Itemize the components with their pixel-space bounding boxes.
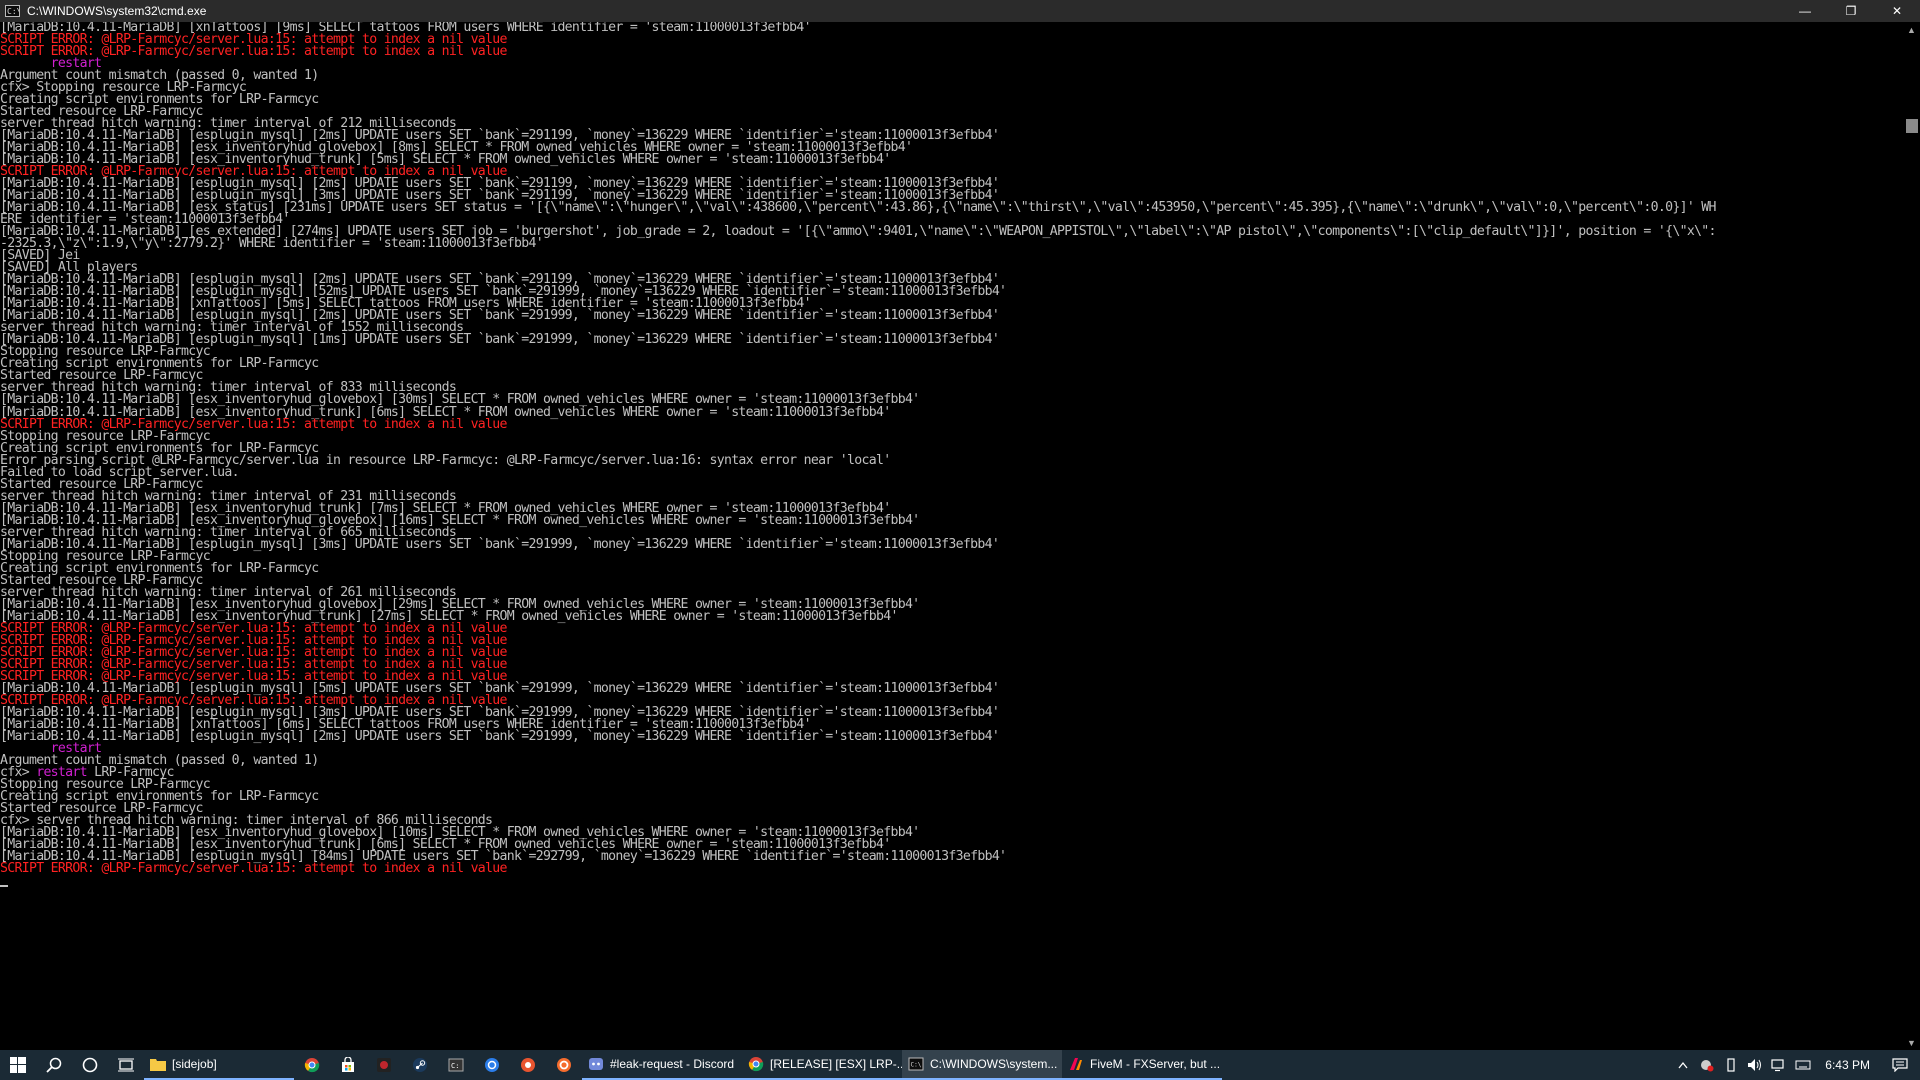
taskbar-app-label: FiveM - FXServer, but ... <box>1090 1057 1221 1071</box>
svg-text:C:\: C:\ <box>911 1062 922 1069</box>
cmd-icon: C:\ <box>908 1056 924 1072</box>
minimize-button[interactable]: — <box>1782 0 1828 22</box>
close-button[interactable]: ✕ <box>1874 0 1920 22</box>
orange-app-icon[interactable] <box>510 1050 546 1080</box>
steam-icon[interactable] <box>402 1050 438 1080</box>
scroll-up-arrow-icon[interactable]: ▲ <box>1903 22 1920 39</box>
console-line: Failed to load script server.lua. <box>0 464 240 480</box>
taskbar-app-cmd[interactable]: C:\ C:\WINDOWS\system... <box>902 1050 1062 1080</box>
cmd-icon: C:\ <box>5 5 20 17</box>
chrome-icon <box>748 1056 764 1072</box>
console-line: -2325.3,\"z\":1.9,\"y\":2779.2}' WHERE i… <box>0 236 544 252</box>
vertical-scrollbar[interactable]: ▲ ▼ <box>1903 22 1920 1052</box>
clock[interactable]: 6:43 PM <box>1815 1058 1880 1072</box>
console-line: Creating script environments for LRP-Far… <box>0 789 319 804</box>
task-view-icon[interactable] <box>108 1050 144 1080</box>
taskbar-folder-label: [sidejob] <box>172 1057 217 1071</box>
console-line: [MariaDB:10.4.11-MariaDB] [esplugin_mysq… <box>0 536 1000 552</box>
console-line: Argument count mismatch (passed 0, wante… <box>0 68 319 84</box>
restore-button[interactable]: ❐ <box>1828 0 1874 22</box>
fivem-icon <box>1068 1056 1084 1072</box>
notification-center-icon[interactable] <box>1880 1050 1920 1080</box>
blue-circle-app-icon[interactable] <box>474 1050 510 1080</box>
text-cursor <box>0 885 8 888</box>
console-line: [MariaDB:10.4.11-MariaDB] [esplugin_mysq… <box>0 728 1000 744</box>
window-title: C:\WINDOWS\system32\cmd.exe <box>27 4 207 18</box>
console-line: Error parsing script @LRP-Farmcyc/server… <box>0 452 891 468</box>
discord-icon <box>588 1056 604 1072</box>
usb-device-icon[interactable] <box>1719 1050 1743 1080</box>
taskbar-app-label: C:\WINDOWS\system... <box>930 1057 1058 1071</box>
scroll-thumb[interactable] <box>1906 119 1918 133</box>
network-icon[interactable] <box>1767 1050 1791 1080</box>
keyboard-icon[interactable] <box>1791 1050 1815 1080</box>
taskbar-folder-sidejob[interactable]: [sidejob] <box>144 1050 294 1080</box>
console-line: Creating script environments for LRP-Far… <box>0 356 319 372</box>
chevron-up-icon[interactable] <box>1671 1050 1695 1080</box>
search-icon[interactable] <box>36 1050 72 1080</box>
console-line: Creating script environments for LRP-Far… <box>0 92 319 108</box>
window-titlebar[interactable]: C:\ C:\WINDOWS\system32\cmd.exe — ❐ ✕ <box>0 0 1920 22</box>
console-line: cfx> restart LRP-Farmcyc <box>0 764 174 780</box>
media-app-icon[interactable] <box>366 1050 402 1080</box>
taskbar: [sidejob] C: #leak-request - Discord [RE… <box>0 1050 1920 1080</box>
taskbar-app-chrome[interactable]: [RELEASE] [ESX] LRP-... <box>742 1050 902 1080</box>
console-line: SCRIPT ERROR: @LRP-Farmcyc/server.lua:15… <box>0 861 507 877</box>
taskbar-app-discord[interactable]: #leak-request - Discord <box>582 1050 742 1080</box>
console-cursor-line <box>0 875 1902 888</box>
system-tray: 6:43 PM <box>1671 1050 1920 1080</box>
windows-logo-icon[interactable] <box>0 1050 36 1080</box>
origin-app-icon[interactable] <box>546 1050 582 1080</box>
store-bag-icon[interactable] <box>330 1050 366 1080</box>
taskbar-app-label: #leak-request - Discord <box>610 1057 735 1071</box>
console-output[interactable]: [MariaDB:10.4.11-MariaDB] [xnTattoos] [9… <box>0 22 1902 1052</box>
console-line: SCRIPT ERROR: @LRP-Farmcyc/server.lua:15… <box>0 44 507 60</box>
chrome-icon[interactable] <box>294 1050 330 1080</box>
console-line: [MariaDB:10.4.11-MariaDB] [esplugin_mysq… <box>0 332 1000 348</box>
window-controls: — ❐ ✕ <box>1782 0 1920 22</box>
console-line: [SAVED] Jei <box>0 248 80 264</box>
terminal-app-icon[interactable]: C: <box>438 1050 474 1080</box>
console-line: Creating script environments for LRP-Far… <box>0 560 319 576</box>
taskbar-app-label: [RELEASE] [ESX] LRP-... <box>770 1057 902 1071</box>
console-line: Argument count mismatch (passed 0, wante… <box>0 752 319 768</box>
console-line: SCRIPT ERROR: @LRP-Farmcyc/server.lua:15… <box>0 416 507 432</box>
volume-icon[interactable] <box>1743 1050 1767 1080</box>
svg-text:C:: C: <box>451 1062 459 1070</box>
folder-icon <box>150 1056 166 1072</box>
cortana-circle-icon[interactable] <box>72 1050 108 1080</box>
security-shield-icon[interactable] <box>1695 1050 1719 1080</box>
taskbar-app-fivem[interactable]: FiveM - FXServer, but ... <box>1062 1050 1222 1080</box>
